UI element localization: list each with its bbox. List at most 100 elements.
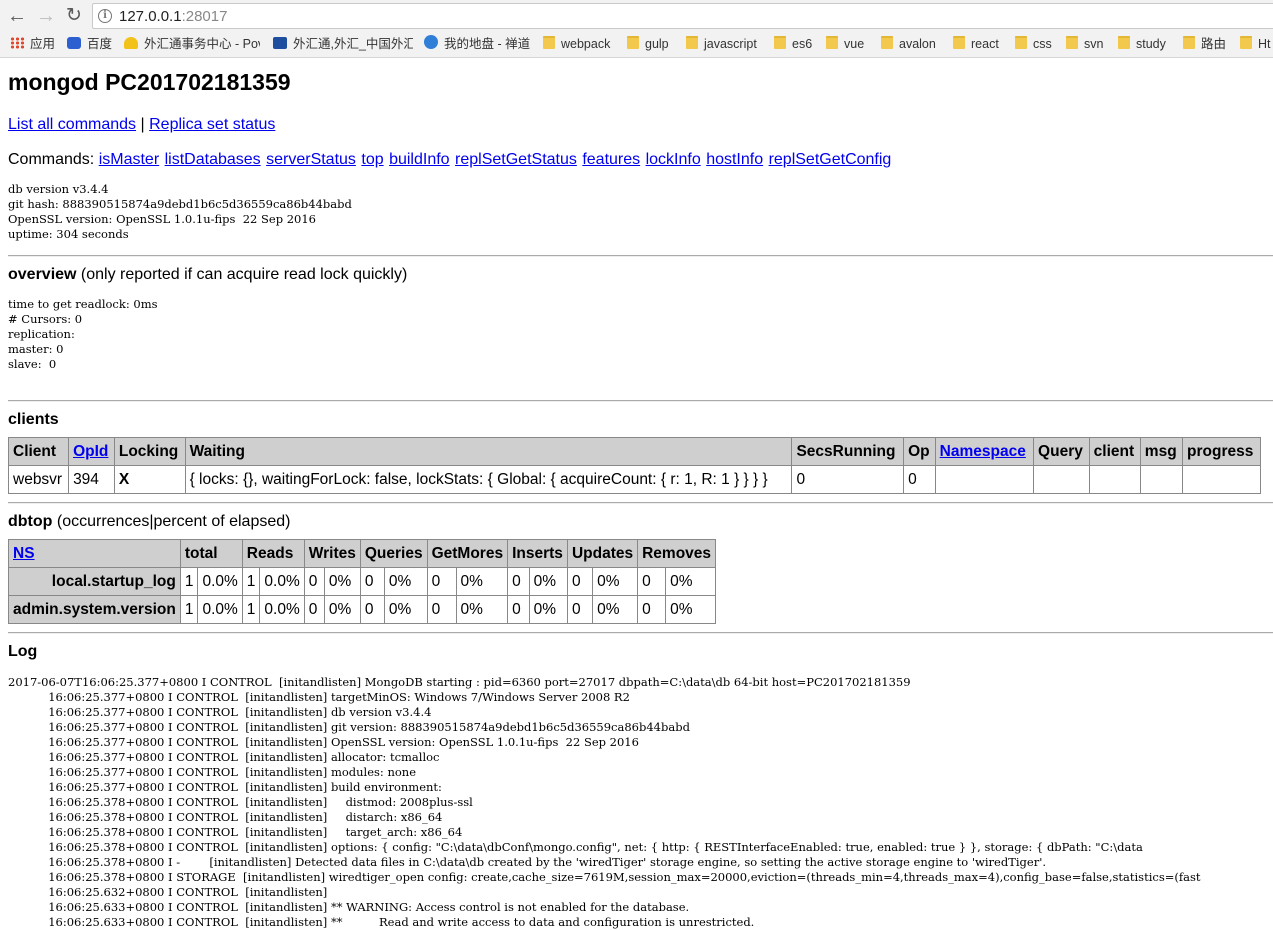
table-cell: 0 xyxy=(359,595,385,624)
site-icon xyxy=(124,37,138,49)
table-cell: 0% xyxy=(592,595,639,624)
log-line: 16:06:25.377+0800 I CONTROL [initandlist… xyxy=(8,705,432,719)
command-link-buildinfo[interactable]: buildInfo xyxy=(389,151,450,168)
col-queries: Queries xyxy=(359,539,428,568)
log-line: 16:06:25.633+0800 I CONTROL [initandlist… xyxy=(8,900,690,914)
col-ns: NS xyxy=(8,539,181,568)
col-locking: Locking xyxy=(113,437,186,466)
divider xyxy=(8,632,1273,634)
bookmark-baidu[interactable]: 百度 xyxy=(67,35,112,53)
url-port: :28017 xyxy=(181,8,228,25)
clients-title: clients xyxy=(8,411,59,428)
sort-namespace-link[interactable]: Namespace xyxy=(940,443,1026,460)
folder-icon xyxy=(1118,36,1130,49)
folder-icon xyxy=(1240,36,1252,49)
apps-grid-icon xyxy=(10,37,24,49)
table-cell: 0 xyxy=(566,595,594,624)
cell-locking: X xyxy=(113,465,186,494)
clients-heading: clients xyxy=(8,411,59,429)
log-line: 16:06:25.377+0800 I CONTROL [initandlist… xyxy=(8,720,690,734)
log-line: 16:06:25.378+0800 I CONTROL [initandlist… xyxy=(8,810,443,824)
folder-icon xyxy=(627,36,639,49)
browser-toolbar: ← → ↻ i 127.0.0.1:28017 应用 百度 外汇通事务中心 - … xyxy=(0,0,1273,58)
table-cell: 0 xyxy=(359,567,385,596)
table-cell: 0 xyxy=(637,567,667,596)
bookmark-folder-avalon[interactable]: avalon xyxy=(881,35,936,53)
bookmark-folder-ht[interactable]: Ht xyxy=(1240,35,1271,53)
bookmark-forex-center[interactable]: 外汇通事务中心 - Pov xyxy=(124,35,260,53)
command-link-hostinfo[interactable]: hostInfo xyxy=(706,151,763,168)
folder-icon xyxy=(774,36,786,49)
link-separator: | xyxy=(140,116,145,133)
bookmark-folder-webpack[interactable]: webpack xyxy=(543,35,610,53)
table-cell: 1 xyxy=(241,595,261,624)
command-link-serverstatus[interactable]: serverStatus xyxy=(266,151,356,168)
replica-set-status-link[interactable]: Replica set status xyxy=(149,116,275,133)
overview-note: (only reported if can acquire read lock … xyxy=(76,266,408,283)
table-cell: 0 xyxy=(426,567,457,596)
bookmark-apps[interactable]: 应用 xyxy=(10,35,55,53)
table-cell: 1 xyxy=(179,595,199,624)
command-link-ismaster[interactable]: isMaster xyxy=(99,151,159,168)
page-title: mongod PC201702181359 xyxy=(8,69,291,95)
overview-heading: overview (only reported if can acquire r… xyxy=(8,266,407,284)
cell-secsrunning: 0 xyxy=(791,465,905,494)
reload-icon[interactable]: ↻ xyxy=(62,4,86,28)
folder-icon xyxy=(1066,36,1078,49)
table-cell: 0% xyxy=(323,567,361,596)
sort-opid-link[interactable]: OpId xyxy=(73,443,108,460)
bookmark-folder-css[interactable]: css xyxy=(1015,35,1052,53)
bookmark-forex-china[interactable]: 外汇通,外汇_中国外汇 xyxy=(273,35,413,53)
table-cell: 0% xyxy=(383,567,428,596)
command-link-replsetgetstatus[interactable]: replSetGetStatus xyxy=(455,151,577,168)
info-icon[interactable]: i xyxy=(98,9,112,23)
table-cell: 0.0% xyxy=(197,595,243,624)
bookmark-folder-router[interactable]: 路由 xyxy=(1183,35,1226,53)
table-cell: 1 xyxy=(179,567,199,596)
bookmark-folder-gulp[interactable]: gulp xyxy=(627,35,669,53)
url-text[interactable]: 127.0.0.1:28017 xyxy=(119,8,227,25)
col-updates: Updates xyxy=(566,539,639,568)
col-removes: Removes xyxy=(637,539,717,568)
cell-op: 0 xyxy=(903,465,936,494)
col-namespace: Namespace xyxy=(934,437,1035,466)
table-cell: 0% xyxy=(528,567,568,596)
bookmarks-bar: 应用 百度 外汇通事务中心 - Pov 外汇通,外汇_中国外汇 我的地盘 - 禅… xyxy=(0,33,1273,55)
command-link-lockinfo[interactable]: lockInfo xyxy=(646,151,701,168)
bookmark-folder-javascript[interactable]: javascript xyxy=(686,35,757,53)
bookmark-zentao[interactable]: 我的地盘 - 禅道 xyxy=(424,35,530,53)
folder-icon xyxy=(1183,36,1195,49)
bookmark-folder-es6[interactable]: es6 xyxy=(774,35,812,53)
command-link-replsetgetconfig[interactable]: replSetGetConfig xyxy=(769,151,892,168)
table-cell: 0.0% xyxy=(259,595,305,624)
cell-query xyxy=(1033,465,1090,494)
version-info: db version v3.4.4 git hash: 888390515874… xyxy=(8,182,352,241)
forward-arrow-icon[interactable]: → xyxy=(34,4,58,28)
dbtop-table: NS total Reads Writes Queries GetMores I… xyxy=(8,539,717,624)
command-link-top[interactable]: top xyxy=(361,151,383,168)
command-link-features[interactable]: features xyxy=(582,151,640,168)
ns-cell: local.startup_log xyxy=(8,567,181,596)
command-link-listdatabases[interactable]: listDatabases xyxy=(165,151,261,168)
cell-opid: 394 xyxy=(68,465,115,494)
folder-icon xyxy=(686,36,698,49)
address-bar[interactable]: i 127.0.0.1:28017 xyxy=(92,3,1273,29)
folder-icon xyxy=(953,36,965,49)
log-line: 16:06:25.378+0800 I CONTROL [initandlist… xyxy=(8,840,1143,854)
log-line: 16:06:25.378+0800 I CONTROL [initandlist… xyxy=(8,795,473,809)
table-row: admin.system.version 1 0.0% 1 0.0% 0 0% … xyxy=(8,595,717,624)
bookmark-folder-study[interactable]: study xyxy=(1118,35,1166,53)
back-arrow-icon[interactable]: ← xyxy=(5,4,29,28)
bookmark-folder-vue[interactable]: vue xyxy=(826,35,864,53)
sort-ns-link[interactable]: NS xyxy=(13,545,35,562)
col-client-info: client xyxy=(1088,437,1141,466)
list-all-commands-link[interactable]: List all commands xyxy=(8,116,136,133)
table-cell: 0% xyxy=(323,595,361,624)
commands-bar: Commands: isMaster listDatabases serverS… xyxy=(8,151,892,169)
cell-progress xyxy=(1182,465,1261,494)
bookmark-folder-svn[interactable]: svn xyxy=(1066,35,1103,53)
cell-client-info xyxy=(1088,465,1141,494)
overview-body: time to get readlock: 0ms # Cursors: 0 r… xyxy=(8,297,158,371)
bookmark-folder-react[interactable]: react xyxy=(953,35,999,53)
table-header-row: NS total Reads Writes Queries GetMores I… xyxy=(8,539,717,568)
